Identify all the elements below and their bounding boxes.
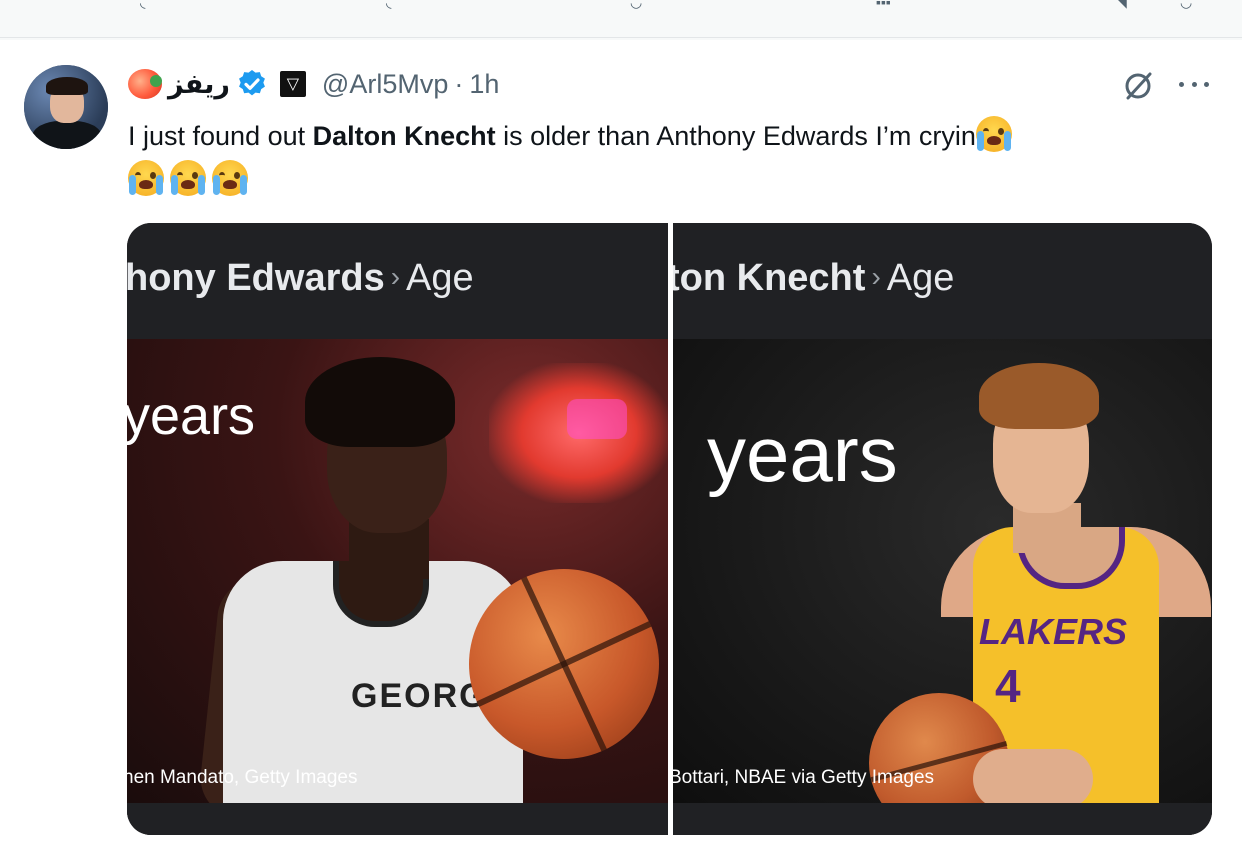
breadcrumb-separator: › (390, 261, 401, 292)
reply-icon[interactable]: ◟ (140, 0, 145, 11)
age-years-label: years (127, 386, 256, 446)
player-hair (305, 357, 455, 447)
bookmark-icon[interactable]: ◥ (1116, 0, 1127, 11)
jersey-lettering: LAKERS (979, 611, 1128, 652)
share-icon[interactable]: ◡ (1180, 0, 1192, 11)
retweet-icon[interactable]: ◟ (386, 0, 391, 11)
avatar-body (32, 121, 102, 149)
tweet-text-end: is older than Anthony Edwards I’m cryin (495, 121, 976, 151)
player-hand (973, 749, 1093, 803)
grok-icon[interactable] (1120, 68, 1156, 104)
loudly-crying-emoji (170, 160, 206, 196)
views-icon[interactable]: ▪▪▪ (876, 0, 891, 10)
age-years-label: years (707, 410, 898, 498)
display-name[interactable]: ريفز (168, 69, 230, 100)
avatar-hair (46, 77, 88, 95)
breadcrumb-title: ton Knecht (673, 257, 866, 299)
affiliate-badge-icon[interactable]: ▽ (279, 71, 306, 97)
tweet-header: ريفز ▽ @Arl5Mvp · 1h (128, 66, 499, 102)
breadcrumb-age: Age (886, 257, 955, 299)
breadcrumb-title: hony Edwards (127, 257, 385, 299)
media-image-left[interactable]: hony Edwards › Age GEORGIA years hen Manda… (127, 223, 668, 835)
previous-tweet-action-bar: ◟ ◟ ◡ ▪▪▪ ◥ ◡ (0, 0, 1242, 38)
more-dot (1191, 81, 1197, 87)
avatar[interactable] (24, 65, 108, 149)
more-dot (1179, 81, 1184, 87)
verified-badge-icon[interactable] (236, 68, 268, 100)
search-breadcrumb: ton Knecht › Age (673, 257, 954, 300)
tweet[interactable]: ريفز ▽ @Arl5Mvp · 1h I just found out Da… (0, 40, 1242, 855)
arena-light (567, 399, 627, 439)
media-image-right[interactable]: ton Knecht › Age LAKERS 4 years Bottari, N… (673, 223, 1212, 835)
tweet-text-start: I just found out (128, 121, 313, 151)
more-icon[interactable] (1176, 68, 1212, 100)
media-bottom-bar (673, 803, 1212, 835)
timestamp[interactable]: 1h (469, 69, 499, 100)
like-icon[interactable]: ◡ (630, 0, 642, 11)
loudly-crying-emoji (212, 160, 248, 196)
tweet-text-bold: Dalton Knecht (312, 121, 496, 151)
apple-emoji (128, 69, 162, 99)
breadcrumb-separator: › (871, 261, 881, 292)
media-bottom-bar (127, 803, 668, 835)
handle[interactable]: @Arl5Mvp (322, 69, 448, 100)
separator-dot: · (454, 68, 464, 99)
basketball (469, 569, 659, 759)
photo-credit: hen Mandato, Getty Images (127, 767, 358, 788)
breadcrumb-age: Age (406, 257, 474, 299)
tweet-text: I just found out Dalton Knecht is older … (128, 114, 1218, 202)
loudly-crying-emoji (128, 160, 164, 196)
more-dot (1204, 81, 1209, 87)
search-breadcrumb: hony Edwards › Age (127, 257, 474, 300)
player-hair (979, 363, 1099, 429)
photo-credit: Bottari, NBAE via Getty Images (673, 767, 935, 788)
jersey-number: 4 (995, 660, 1021, 712)
tweet-media[interactable]: hony Edwards › Age GEORGIA years hen Manda… (127, 223, 1212, 835)
loudly-crying-emoji (975, 116, 1012, 152)
